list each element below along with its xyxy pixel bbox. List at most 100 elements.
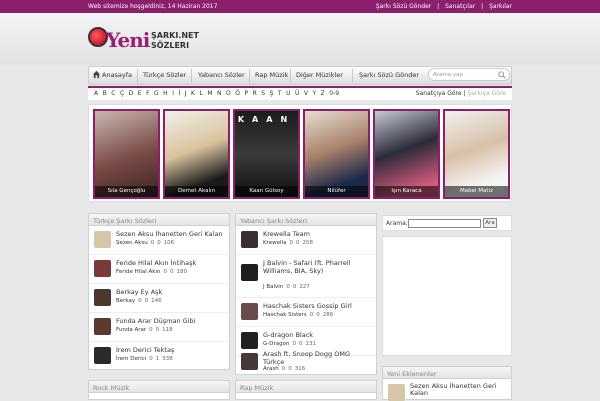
panel-title[interactable]: Türkçe Şarkı Sözleri	[89, 214, 229, 226]
artist-card[interactable]: Nilüfer	[303, 109, 370, 199]
song-thumbnail[interactable]	[94, 289, 111, 306]
song-title[interactable]: Sezen Aksu İhanetten Geri Kalan	[410, 383, 505, 397]
song-title[interactable]: Berkay Ey Aşk	[116, 288, 162, 296]
song-artist[interactable]: Funda Arar	[116, 327, 146, 333]
alphabet-letter[interactable]: I	[172, 90, 174, 97]
song-artist[interactable]: Arash	[263, 366, 279, 372]
panel-title[interactable]: Yabancı Şarkı Sözleri	[236, 214, 376, 226]
alphabet-letter[interactable]: K	[191, 90, 195, 97]
song-title[interactable]: Krewella Team	[263, 230, 310, 238]
alphabet-letter[interactable]: R	[253, 90, 257, 97]
song-title[interactable]: Funda Arar Düşman Gibi	[116, 317, 195, 325]
alphabet-letter[interactable]: L	[199, 90, 202, 97]
list-item[interactable]: Sezen Aksu İhanetten Geri Kalan	[383, 380, 511, 401]
song-artist[interactable]: İrem Derici	[116, 356, 146, 362]
artist-card[interactable]: Mabel Matiz	[443, 109, 510, 199]
list-item[interactable]: İrem Derici Tektaş İrem Derici 0 1 338	[89, 343, 229, 371]
header-search-input[interactable]: Arama yap	[428, 68, 510, 81]
alphabet-letter[interactable]: F	[146, 90, 149, 97]
song-title[interactable]: G-dragon Black	[263, 331, 313, 339]
view-count: 227	[299, 284, 310, 290]
list-item[interactable]: J Balvin - Safari (ft. Pharrell Williams…	[236, 256, 376, 298]
alphabet-letter[interactable]: 0-9	[329, 90, 339, 97]
artist-card[interactable]: Sıla Gençoğlu	[93, 109, 160, 199]
song-title[interactable]: Sezen Aksu İhanetten Geri Kalan	[116, 230, 223, 238]
song-artist[interactable]: Sezen Aksu	[116, 240, 148, 246]
song-thumbnail[interactable]	[241, 303, 258, 320]
song-title[interactable]: J Balvin - Safari (ft. Pharrell Williams…	[263, 259, 373, 275]
panel-title[interactable]: Rap Müzik	[236, 381, 376, 393]
nav-item-foreign[interactable]: Yabancı Sözler	[198, 71, 245, 79]
alphabet-letter[interactable]: İ	[178, 90, 180, 97]
alphabet-letter[interactable]: Ü	[295, 90, 299, 97]
alphabet-letter[interactable]: Ş	[270, 90, 274, 97]
nav-divider	[191, 69, 192, 83]
panel-title[interactable]: Rock Müzik	[89, 381, 229, 393]
alphabet-letter[interactable]: D	[129, 90, 134, 97]
sidebar-search-input[interactable]	[408, 219, 481, 228]
song-thumbnail[interactable]	[94, 260, 111, 277]
top-link-artists[interactable]: Sanatçılar	[445, 3, 475, 10]
nav-item-other[interactable]: Diğer Müzikler	[296, 71, 343, 79]
song-title[interactable]: Haschak Sisters Gossip Girl	[263, 302, 352, 310]
artist-card[interactable]: KAAN Kaan Gülsoy	[233, 109, 300, 199]
site-logo[interactable]: Yeni ŞARKI.NET SÖZLERI	[88, 27, 199, 57]
song-thumbnail[interactable]	[241, 353, 258, 370]
alphabet-letter[interactable]: Ç	[120, 90, 124, 97]
alphabet-letter[interactable]: U	[286, 90, 290, 97]
alphabet-letter[interactable]: S	[261, 90, 265, 97]
alphabet-letter[interactable]: B	[103, 90, 107, 97]
alphabet-letter[interactable]: T	[278, 90, 282, 97]
alphabet-letter[interactable]: Z	[321, 90, 325, 97]
alphabet-letter[interactable]: N	[217, 90, 222, 97]
song-thumbnail[interactable]	[94, 347, 111, 364]
panel-title[interactable]: Yeni Eklenenler	[383, 367, 511, 379]
like-count: 0	[295, 240, 300, 246]
alphabet-letter[interactable]: H	[163, 90, 168, 97]
alphabet-letter[interactable]: M	[207, 90, 212, 97]
song-thumbnail[interactable]	[388, 384, 405, 401]
song-title[interactable]: İrem Derici Tektaş	[116, 346, 174, 354]
alphabet-letter[interactable]: Y	[312, 90, 316, 97]
list-item[interactable]: Haschak Sisters Gossip Girl Haschak Sist…	[236, 299, 376, 327]
alphabet-letter[interactable]: J	[185, 90, 187, 97]
list-item[interactable]: Funda Arar Düşman Gibi Funda Arar 0 0 118	[89, 314, 229, 342]
alphabet-letter[interactable]: V	[304, 90, 308, 97]
list-item[interactable]: Feride Hilal Akın İntihaşk Feride Hilal …	[89, 256, 229, 284]
song-thumbnail[interactable]	[241, 264, 258, 281]
sort-by-song[interactable]: Şarkıya Göre	[467, 90, 506, 97]
list-item[interactable]: Sezen Aksu İhanetten Geri Kalan Sezen Ak…	[89, 227, 229, 255]
top-link-songs[interactable]: Şarkılar	[489, 3, 512, 10]
sidebar-search-button[interactable]: Ara	[483, 218, 497, 228]
sort-by-artist[interactable]: Sanatçıya Göre	[416, 90, 462, 97]
alphabet-letter[interactable]: Ö	[235, 90, 240, 97]
song-thumbnail[interactable]	[94, 318, 111, 335]
song-thumbnail[interactable]	[94, 231, 111, 248]
search-icon[interactable]	[498, 71, 506, 79]
list-item[interactable]: Berkay Ey Aşk Berkay 0 0 146	[89, 285, 229, 313]
song-artist[interactable]: Feride Hilal Akın	[116, 269, 160, 275]
nav-item-rap[interactable]: Rap Müzik	[255, 71, 288, 79]
list-item[interactable]: Krewella Team Krewella 0 0 208	[236, 227, 376, 255]
alphabet-letter[interactable]: A	[94, 90, 98, 97]
home-icon[interactable]	[92, 70, 101, 79]
song-artist[interactable]: Haschak Sisters	[263, 312, 307, 318]
alphabet-letter[interactable]: C	[111, 90, 115, 97]
artist-card[interactable]: Demet Akalın	[163, 109, 230, 199]
song-thumbnail[interactable]	[241, 231, 258, 248]
nav-item-turkish[interactable]: Türkçe Sözler	[143, 71, 186, 79]
top-link-submit-lyrics[interactable]: Şarkı Sözü Gönder	[376, 3, 431, 10]
song-artist[interactable]: Krewella	[263, 240, 286, 246]
alphabet-letter[interactable]: P	[244, 90, 248, 97]
artist-card[interactable]: Işın Karaca	[373, 109, 440, 199]
alphabet-letter[interactable]: E	[138, 90, 142, 97]
song-title[interactable]: Arash ft. Snoop Dogg OMG Türkçe	[263, 350, 373, 366]
nav-item-submit[interactable]: Şarkı Sözü Gönder	[359, 71, 419, 79]
song-title[interactable]: Feride Hilal Akın İntihaşk	[116, 259, 196, 267]
alphabet-letter[interactable]: O	[226, 90, 231, 97]
list-item[interactable]: Arash ft. Snoop Dogg OMG Türkçe Arash 0 0 3…	[236, 347, 376, 375]
song-artist[interactable]: Berkay	[116, 298, 135, 304]
alphabet-letter[interactable]: G	[154, 90, 159, 97]
song-artist[interactable]: J Balvin	[263, 284, 283, 290]
nav-item-home[interactable]: Anasayfa	[102, 71, 132, 79]
